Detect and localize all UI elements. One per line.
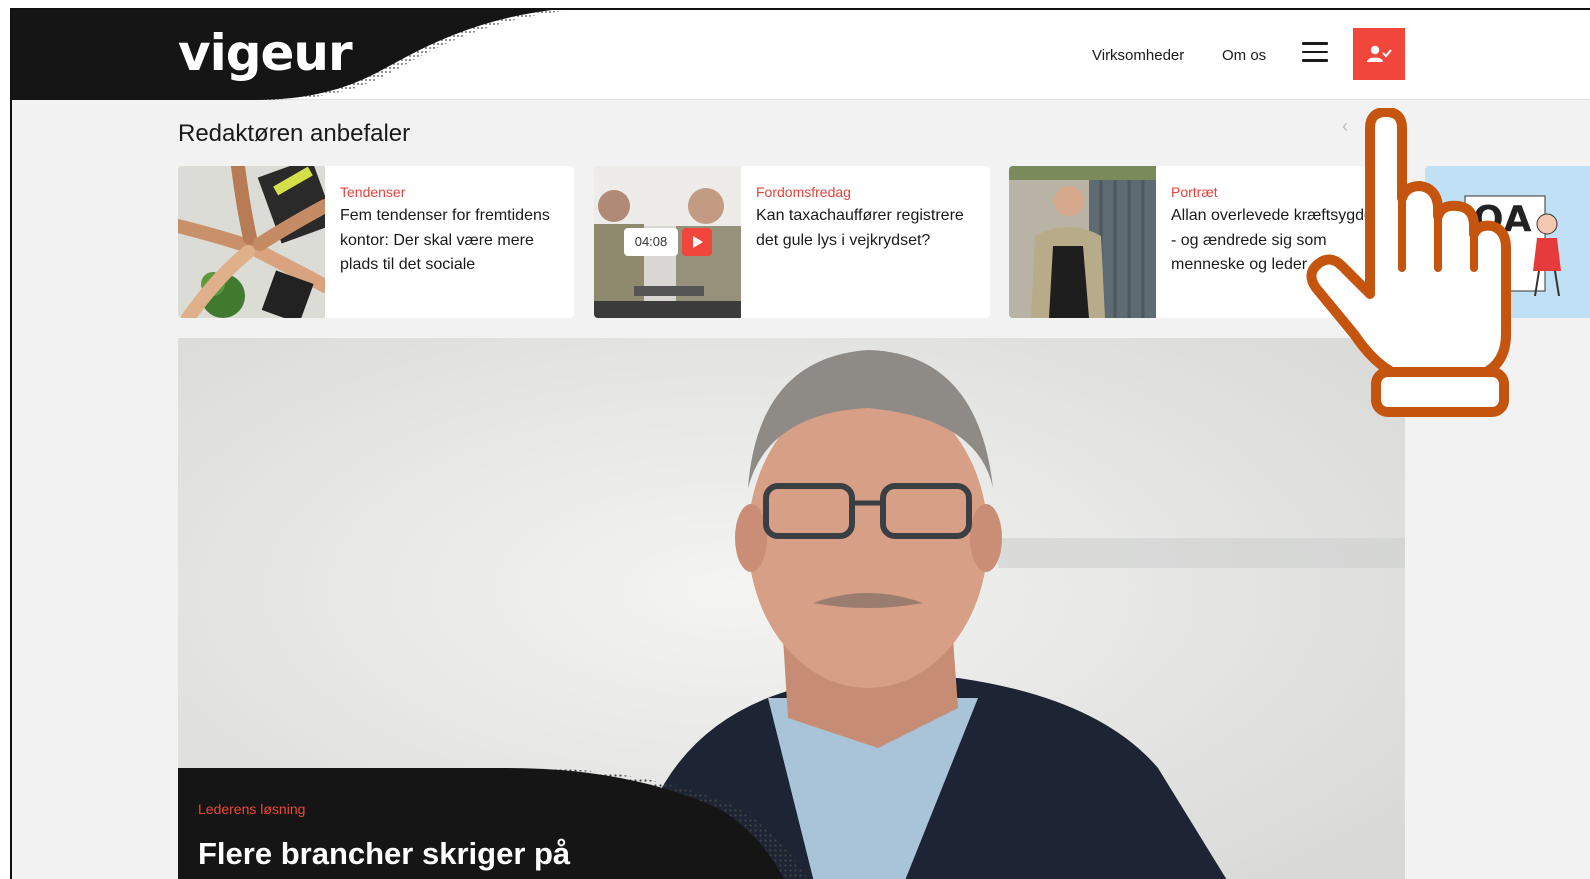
section-title: Redaktøren anbefaler xyxy=(178,120,411,147)
hamburger-menu-icon[interactable] xyxy=(1302,42,1328,64)
video-duration-badge: 04:08 xyxy=(624,228,678,256)
article-thumbnail-4: QA xyxy=(1425,166,1590,318)
hero-title[interactable]: Flere brancher skriger på xyxy=(198,834,570,874)
hero-category: Lederens løsning xyxy=(198,801,306,817)
article-title[interactable]: Kan taxachauffører registrere det gule l… xyxy=(756,204,976,253)
article-thumbnail-2: 04:08 xyxy=(594,166,741,318)
vigeur-logo[interactable]: vigeur xyxy=(178,20,353,86)
article-card-2[interactable]: 04:08 Fordomsfredag Kan taxachauffører r… xyxy=(594,166,990,318)
qa-graphic-text: QA xyxy=(1473,199,1532,240)
article-card-3[interactable]: Portræt Allan overlevede kræftsygdom - o… xyxy=(1009,166,1405,318)
hero-image xyxy=(178,338,1405,879)
article-title[interactable]: Fem tendenser for fremtidens kontor: Der… xyxy=(340,204,560,278)
site-header: vigeur Virksomheder Om os xyxy=(12,10,1590,100)
hero-article[interactable]: Lederens løsning Flere brancher skriger … xyxy=(178,338,1405,879)
carousel-next-icon[interactable]: › xyxy=(1378,116,1384,136)
article-card-1[interactable]: Tendenser Fem tendenser for fremtidens k… xyxy=(178,166,574,318)
browser-viewport: vigeur Virksomheder Om os Redaktøren anb… xyxy=(10,8,1590,879)
nav-om-os-link[interactable]: Om os xyxy=(1222,47,1266,65)
play-icon[interactable] xyxy=(682,228,712,256)
article-category: Fordomsfredag xyxy=(756,184,851,200)
carousel-nav: ‹ › xyxy=(1342,116,1384,137)
article-thumbnail-1 xyxy=(178,166,325,318)
article-title[interactable]: Allan overlevede kræftsygdom - og ændred… xyxy=(1171,204,1391,278)
nav-virksomheder-link[interactable]: Virksomheder xyxy=(1092,47,1184,65)
article-category: Tendenser xyxy=(340,184,406,200)
user-check-icon xyxy=(1367,45,1392,62)
carousel-prev-icon[interactable]: ‹ xyxy=(1342,116,1348,136)
user-login-button[interactable] xyxy=(1353,28,1405,80)
article-card-4[interactable]: QA xyxy=(1425,166,1590,318)
article-thumbnail-3 xyxy=(1009,166,1156,318)
article-category: Portræt xyxy=(1171,184,1218,200)
